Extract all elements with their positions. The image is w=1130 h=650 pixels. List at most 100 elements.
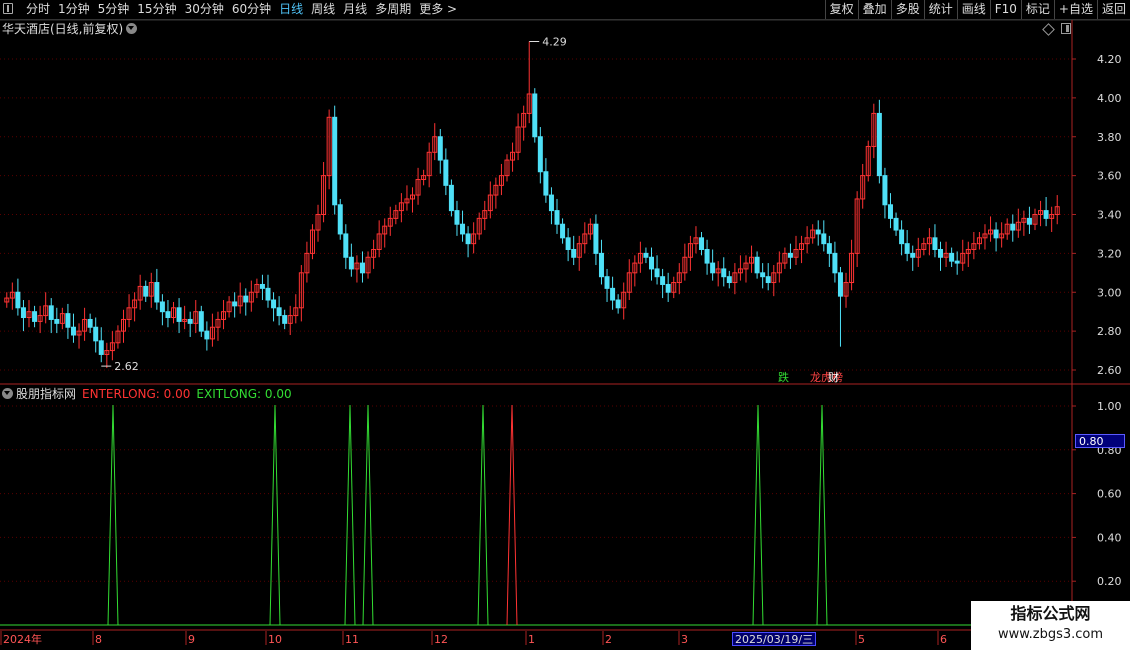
x-tick-label: 10 — [268, 633, 282, 646]
candle-body — [787, 252, 793, 258]
candle-body — [1026, 217, 1032, 225]
candle-body — [243, 295, 249, 303]
x-tick-label: 5 — [858, 633, 865, 646]
candle-body — [259, 283, 265, 289]
candle-body — [543, 171, 549, 196]
low-label: 2.62 — [114, 360, 138, 373]
candle-body — [765, 276, 771, 284]
candle-body — [993, 229, 999, 239]
x-tick-label: 1 — [528, 633, 535, 646]
candle-body — [1043, 210, 1049, 219]
candle-body — [949, 252, 955, 262]
candle-body — [204, 330, 210, 340]
candle-body — [832, 252, 838, 274]
candle-body — [93, 326, 99, 342]
candle-body — [154, 282, 160, 303]
candle-body — [893, 217, 899, 231]
x-tick-label: 12 — [434, 633, 448, 646]
candle-body — [593, 223, 599, 254]
candle-body — [437, 136, 443, 161]
watermark: 指标公式网 www.zbgs3.com — [971, 601, 1130, 650]
candle-body — [710, 262, 716, 274]
x-tick-label: 6 — [940, 633, 947, 646]
y-tick-label: 3.40 — [1097, 209, 1122, 222]
event-label: 财 — [828, 370, 839, 384]
x-tick-label: 2024年 — [3, 632, 42, 646]
current-value-tag: 0.80 — [1075, 434, 1125, 448]
candle-body — [821, 233, 827, 245]
candle-body — [598, 252, 604, 278]
candle-body — [143, 285, 149, 297]
candle-body — [460, 223, 466, 235]
candle-body — [565, 237, 571, 250]
watermark-title: 指标公式网 — [1010, 604, 1091, 623]
signal-spike — [752, 404, 764, 626]
event-label: 跌 — [778, 370, 789, 384]
x-tick-label: 2 — [605, 633, 612, 646]
candle-body — [54, 318, 60, 324]
candle-body — [20, 307, 26, 319]
candle-body — [87, 318, 93, 328]
candle-body — [560, 223, 566, 239]
candle-body — [448, 184, 454, 212]
candle-body — [265, 287, 271, 301]
candle-body — [232, 301, 238, 307]
signal-spike — [269, 404, 281, 626]
y-tick-label: 0.60 — [1097, 488, 1122, 501]
signal-spike — [362, 404, 374, 626]
candle-body — [815, 229, 821, 235]
y-tick-label: 3.80 — [1097, 131, 1122, 144]
candle-body — [359, 262, 365, 274]
candle-body — [282, 315, 288, 324]
candle-body — [760, 272, 766, 278]
candle-body — [65, 313, 71, 328]
candle-body — [271, 299, 277, 309]
x-tick-label: 8 — [95, 633, 102, 646]
signal-spike — [477, 404, 489, 626]
y-tick-label: 1.00 — [1097, 400, 1122, 413]
candle-body — [826, 243, 832, 254]
candle-body — [1010, 223, 1016, 231]
candle-body — [660, 276, 666, 285]
stock-chart[interactable]: 4.20 4.00 3.80 3.60 3.40 3.20 3.00 2.80 2.60 4.29… — [0, 0, 1130, 650]
candle-body — [837, 272, 843, 297]
signal-spike — [344, 404, 356, 626]
candle-body — [554, 210, 560, 225]
high-label: 4.29 — [542, 36, 567, 49]
candle-body — [198, 311, 204, 332]
candle-body — [726, 276, 732, 284]
y-tick-label: 0.40 — [1097, 531, 1122, 544]
candle-body — [454, 210, 460, 225]
candle-body — [337, 204, 343, 235]
candle-body — [159, 301, 165, 313]
candle-body — [954, 260, 960, 264]
y-tick-label: 0.20 — [1097, 575, 1122, 588]
y-tick-label: 2.80 — [1097, 325, 1122, 338]
candle-body — [15, 291, 21, 309]
y-tick-label: 3.60 — [1097, 170, 1122, 183]
candle-body — [882, 175, 888, 206]
candle-body — [876, 112, 882, 177]
y-tick-label: 3.00 — [1097, 286, 1122, 299]
candle-body — [348, 256, 354, 270]
candle-body — [537, 136, 543, 173]
candle-body — [754, 256, 760, 274]
x-tick-label: 11 — [345, 633, 359, 646]
candle-body — [615, 299, 621, 309]
y-tick-label: 3.20 — [1097, 247, 1122, 260]
y-tick-label: 4.20 — [1097, 53, 1122, 66]
candle-body — [932, 237, 938, 250]
x-tick-label: 9 — [188, 633, 195, 646]
signal-spike — [506, 404, 518, 626]
x-tick-label: 3 — [681, 633, 688, 646]
candle-body — [610, 287, 616, 301]
watermark-url: www.zbgs3.com — [997, 627, 1104, 642]
candle-body — [165, 311, 171, 319]
y-tick-label: 2.60 — [1097, 364, 1122, 377]
candle-body — [604, 276, 610, 289]
candle-body — [343, 233, 349, 258]
candle-body — [887, 204, 893, 219]
candle-body — [98, 340, 104, 355]
candle-body — [704, 248, 710, 264]
candle-body — [648, 256, 654, 270]
